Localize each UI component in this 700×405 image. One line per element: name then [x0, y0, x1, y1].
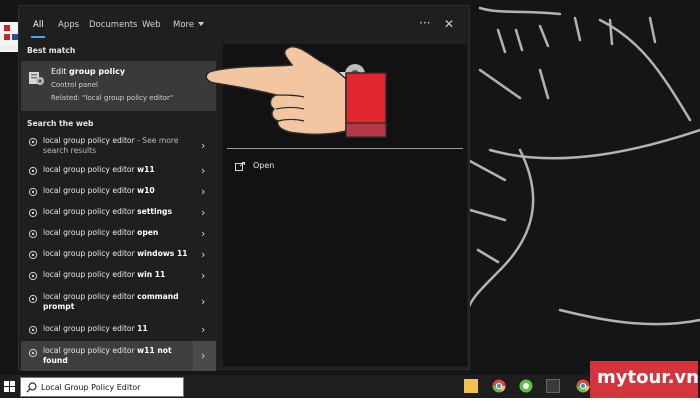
close-icon[interactable]: ✕: [444, 17, 454, 31]
web-result-3[interactable]: local group policy editor settings ›: [21, 203, 216, 223]
web-result-7-text: local group policy editor: [43, 292, 138, 301]
tab-more-label: More: [173, 20, 195, 30]
web-result-7-bold: command: [137, 292, 179, 301]
active-tab-indicator: [31, 36, 45, 38]
search-icon: [28, 271, 38, 281]
watermark-logo: mytour.vn: [590, 361, 699, 398]
web-result-4[interactable]: local group policy editor open ›: [21, 224, 216, 244]
tab-all[interactable]: All: [33, 20, 44, 30]
chevron-right-icon: ›: [201, 164, 206, 177]
chevron-right-icon: ›: [201, 206, 206, 219]
tab-apps[interactable]: Apps: [58, 20, 79, 30]
chevron-right-icon: ›: [201, 323, 206, 336]
search-icon: [28, 137, 38, 147]
web-result-6[interactable]: local group policy editor win 11 ›: [21, 266, 216, 286]
web-result-5-text: local group policy editor: [43, 249, 138, 258]
web-result-9-line2: found: [43, 356, 68, 365]
chevron-right-icon: ›: [201, 248, 206, 261]
web-result-6-bold: win 11: [137, 270, 166, 279]
windows-start-icon[interactable]: [4, 381, 15, 392]
web-result-8-text: local group policy editor: [43, 324, 138, 333]
search-icon: [28, 187, 38, 197]
preview-divider: [227, 148, 463, 149]
web-result-0-line2: search results: [43, 146, 97, 155]
web-result-1[interactable]: local group policy editor w11 ›: [21, 161, 216, 181]
chevron-right-icon: ›: [201, 295, 206, 308]
taskbar-search-box[interactable]: [20, 377, 184, 397]
search-icon: [28, 250, 38, 260]
open-icon: [235, 162, 245, 171]
chevron-right-icon: ›: [201, 269, 206, 282]
web-result-8[interactable]: local group policy editor 11 ›: [21, 320, 216, 340]
web-result-5-bold: windows 11: [137, 249, 188, 258]
app-icon[interactable]: [546, 379, 560, 393]
search-icon: [28, 348, 38, 358]
web-result-2-text: local group policy editor: [43, 186, 138, 195]
web-result-0-suffix: - See more: [134, 136, 179, 145]
search-icon: [28, 294, 38, 304]
search-icon: [28, 208, 38, 218]
search-icon: [26, 382, 37, 393]
web-result-2-bold: w10: [137, 186, 155, 195]
web-result-4-bold: open: [137, 228, 159, 237]
search-icon: [28, 166, 38, 176]
tab-web[interactable]: Web: [142, 20, 161, 30]
web-result-7-line2: prompt: [43, 302, 75, 311]
more-options-icon[interactable]: ···: [419, 16, 430, 30]
results-list: Best match Edit group policy Control pan…: [19, 44, 217, 371]
search-web-heading: Search the web: [27, 119, 94, 128]
chevron-right-icon: ›: [201, 227, 206, 240]
group-policy-icon: [29, 72, 44, 85]
taskbar-search-input[interactable]: [41, 380, 179, 394]
web-result-0[interactable]: local group policy editor - See more sear…: [21, 132, 216, 158]
tab-documents[interactable]: Documents: [89, 20, 137, 30]
best-match-heading: Best match: [27, 46, 76, 55]
web-result-1-text: local group policy editor: [43, 165, 138, 174]
best-match-subtitle: Control panel: [51, 81, 98, 89]
web-result-3-bold: settings: [137, 207, 173, 216]
watermark-text: mytour.vn: [597, 367, 699, 388]
best-match-related: Related: "local group policy editor": [51, 94, 174, 102]
web-result-6-text: local group policy editor: [43, 270, 138, 279]
web-result-7[interactable]: local group policy editor command prompt …: [21, 287, 216, 317]
web-result-9-text: local group policy editor: [43, 346, 138, 355]
search-tabs: All Apps Documents Web More ··· ✕: [19, 6, 471, 44]
best-match-item[interactable]: Edit group policy Control panel Related:…: [21, 61, 216, 111]
chevron-down-icon: [198, 22, 205, 26]
chrome-icon[interactable]: [492, 379, 506, 393]
chevron-right-icon: ›: [201, 349, 206, 362]
tab-more[interactable]: More: [173, 20, 205, 30]
best-match-title: Edit group policy: [51, 67, 126, 76]
file-explorer-icon[interactable]: [464, 379, 478, 393]
web-result-9-bold: w11 not: [137, 346, 172, 355]
web-result-8-bold: 11: [137, 324, 148, 333]
web-result-0-text: local group policy editor: [43, 136, 135, 145]
app-icon[interactable]: [519, 379, 533, 393]
search-icon: [28, 325, 38, 335]
web-result-2[interactable]: local group policy editor w10 ›: [21, 182, 216, 202]
chrome-icon[interactable]: [576, 379, 590, 393]
web-result-3-text: local group policy editor: [43, 207, 138, 216]
open-label: Open: [253, 161, 275, 170]
desktop-app-label: UniK: [2, 44, 19, 52]
web-result-9[interactable]: local group policy editor w11 not found ›: [21, 341, 216, 371]
web-result-4-text: local group policy editor: [43, 228, 138, 237]
search-icon: [28, 229, 38, 239]
web-result-1-bold: w11: [137, 165, 155, 174]
web-result-5[interactable]: local group policy editor windows 11 ›: [21, 245, 216, 265]
pointing-hand-icon: [205, 45, 387, 138]
chevron-right-icon: ›: [201, 185, 206, 198]
